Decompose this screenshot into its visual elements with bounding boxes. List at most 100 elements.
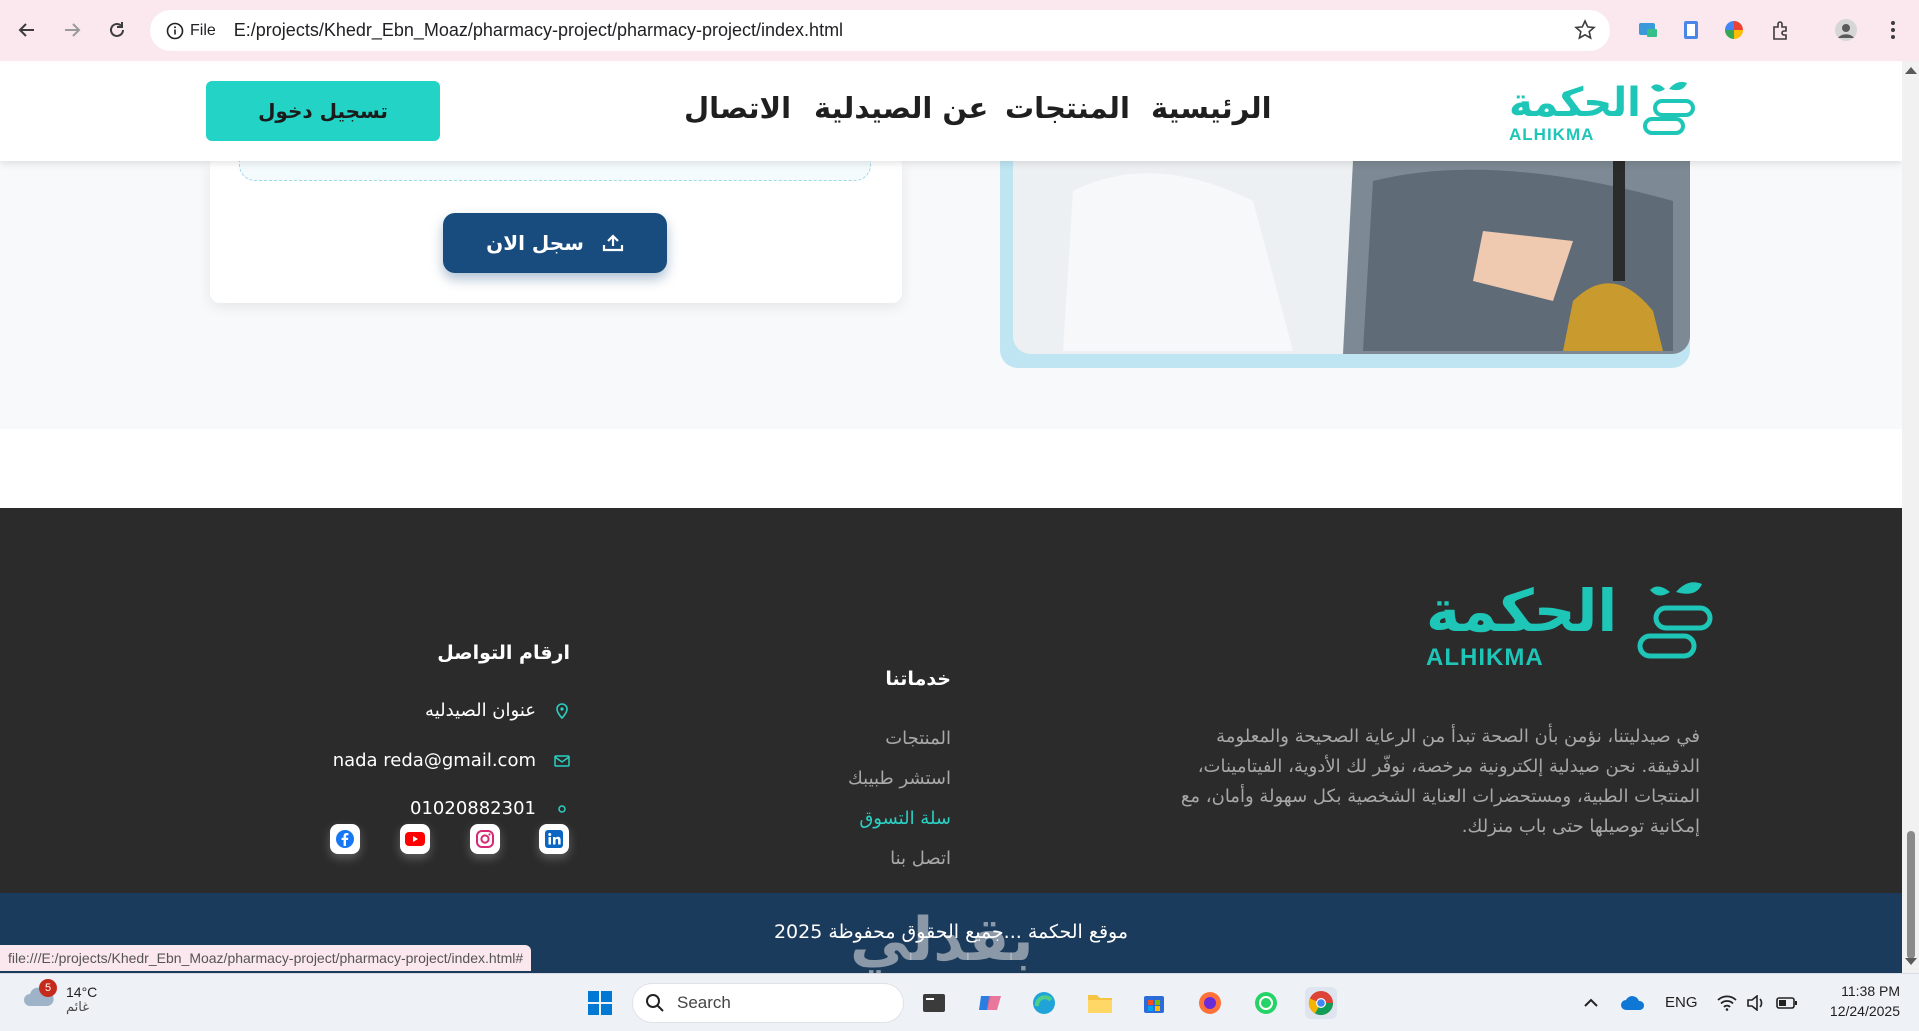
taskbar-app-store[interactable] [1138,987,1170,1019]
footer-logo-english: ALHIKMA [1426,644,1544,671]
menu-button[interactable] [1879,16,1907,44]
file-chip-label: File [190,21,216,39]
instagram-icon [476,830,494,848]
windows-taskbar: 5 14°C غائم Search ENG 11:38 PM 12/24/20… [0,973,1919,1031]
firefox-icon [1199,992,1221,1014]
edge-browser-icon [1033,992,1055,1014]
weather-badge: 5 [39,979,57,997]
clock-date: 12/24/2025 [1829,1003,1900,1019]
footer-logo-arabic: الحكمة [1426,577,1618,645]
envelope-icon [554,753,570,769]
footer-about-text: في صيدليتنا، نؤمن بأن الصحة تبدأ من الرع… [1180,726,1700,837]
url-text[interactable]: E:/projects/Khedr_Ebn_Moaz/pharmacy-proj… [234,20,843,41]
reload-button[interactable] [101,14,133,46]
clock-time: 11:38 PM [1841,983,1900,999]
location-pin-icon [554,702,570,719]
site-header: تسجيل دخول الاتصال عن الصيدلية المنتجات … [0,61,1902,161]
extension-reader-button[interactable] [1677,16,1705,44]
footer-link-products[interactable]: المنتجات [885,728,951,749]
battery-icon [1776,997,1797,1009]
services-title: خدماتنا [885,668,951,690]
volume-button[interactable] [1740,987,1772,1019]
youtube-link[interactable] [400,824,430,854]
contact-phone-row: 01020882301 [410,798,570,819]
whatsapp-icon [1255,992,1277,1014]
taskbar-app-copilot[interactable] [974,987,1006,1019]
extensions-button[interactable] [1767,16,1795,44]
tray-overflow-button[interactable] [1575,987,1607,1019]
document-extension-icon [1684,21,1698,39]
scroll-up-arrow[interactable] [1905,67,1917,74]
footer-link-cart[interactable]: سلة التسوق [859,808,951,829]
onedrive-cloud-icon [1621,996,1645,1010]
facebook-link[interactable] [330,824,360,854]
language-indicator[interactable]: ENG [1665,994,1698,1011]
nav-about[interactable]: عن الصيدلية [814,91,988,125]
taskbar-app-edge[interactable] [1028,987,1060,1019]
footer-link-consult[interactable]: استشر طبيبك [848,768,951,789]
weather-icon-wrap: 5 [22,979,57,1016]
taskbar-search[interactable]: Search [632,983,904,1023]
onedrive-button[interactable] [1617,987,1649,1019]
instagram-link[interactable] [470,824,500,854]
contact-address: عنوان الصيدليه [425,700,536,721]
nav-home[interactable]: الرئيسية [1151,91,1272,125]
clock[interactable]: 11:38 PM 12/24/2025 [1820,983,1900,1019]
windows-logo-icon [588,991,612,1015]
bookmark-star-button[interactable] [1574,19,1596,45]
site-info-chip[interactable]: File [162,16,226,46]
pharmacist-customer-photo-icon [1013,161,1690,354]
contact-email[interactable]: nada reda@gmail.com [333,750,536,771]
copilot-icon [979,996,1001,1010]
profile-button[interactable] [1832,16,1860,44]
linkedin-icon [545,830,563,848]
folder-icon [1088,995,1112,1013]
address-bar[interactable]: File E:/projects/Khedr_Ebn_Moaz/pharmacy… [150,10,1610,51]
nav-contact[interactable]: الاتصال [684,91,791,125]
battery-button[interactable] [1771,987,1803,1019]
arrow-left-icon [18,23,34,37]
taskbar-app-terminal[interactable] [918,987,950,1019]
footer-logo[interactable]: الحكمة ALHIKMA [1424,577,1714,671]
register-now-label: سجل الان [486,231,584,255]
puzzle-icon [1773,21,1787,40]
back-button[interactable] [11,14,43,46]
forward-button[interactable] [56,14,88,46]
info-icon [166,22,184,39]
page-scrollbar[interactable] [1902,61,1919,973]
wifi-icon [1717,995,1737,1011]
contact-address-row: عنوان الصيدليه [425,700,570,721]
search-icon [646,994,664,1012]
weather-widget[interactable]: 5 14°C غائم [22,979,97,1016]
upload-icon [602,234,623,252]
taskbar-app-file-explorer[interactable] [1084,987,1116,1019]
extension-colors-button[interactable] [1720,16,1748,44]
section-spacer [0,429,1902,508]
start-button[interactable] [584,987,616,1019]
chevron-up-icon [1584,998,1598,1007]
register-now-button[interactable]: سجل الان [443,213,667,273]
footer-link-contact[interactable]: اتصل بنا [890,848,951,869]
login-button[interactable]: تسجيل دخول [206,81,440,141]
avatar-icon [1835,19,1857,41]
weather-desc: غائم [66,999,90,1015]
monitor-extension-icon [1639,23,1657,37]
store-icon [1144,996,1164,1013]
scroll-down-arrow[interactable] [1905,958,1917,965]
site-footer: الحكمة ALHIKMA في صيدليتنا، نؤمن بأن الص… [0,508,1902,893]
nav-products[interactable]: المنتجات [1005,91,1130,125]
status-url: file:///E:/projects/Khedr_Ebn_Moaz/pharm… [0,945,532,971]
facebook-icon [336,830,354,848]
browser-toolbar: File E:/projects/Khedr_Ebn_Moaz/pharmacy… [0,0,1919,61]
taskbar-app-chrome[interactable] [1305,987,1337,1019]
taskbar-app-firefox[interactable] [1194,987,1226,1019]
linkedin-link[interactable] [539,824,569,854]
contact-title: ارقام التواصل [437,642,570,664]
scroll-thumb[interactable] [1907,831,1915,959]
chrome-icon [1308,991,1333,1016]
extension-monitor-button[interactable] [1634,16,1662,44]
taskbar-app-whatsapp[interactable] [1250,987,1282,1019]
wifi-button[interactable] [1711,987,1743,1019]
contact-phone[interactable]: 01020882301 [410,798,536,819]
logo-arabic: الحكمة [1509,80,1641,126]
